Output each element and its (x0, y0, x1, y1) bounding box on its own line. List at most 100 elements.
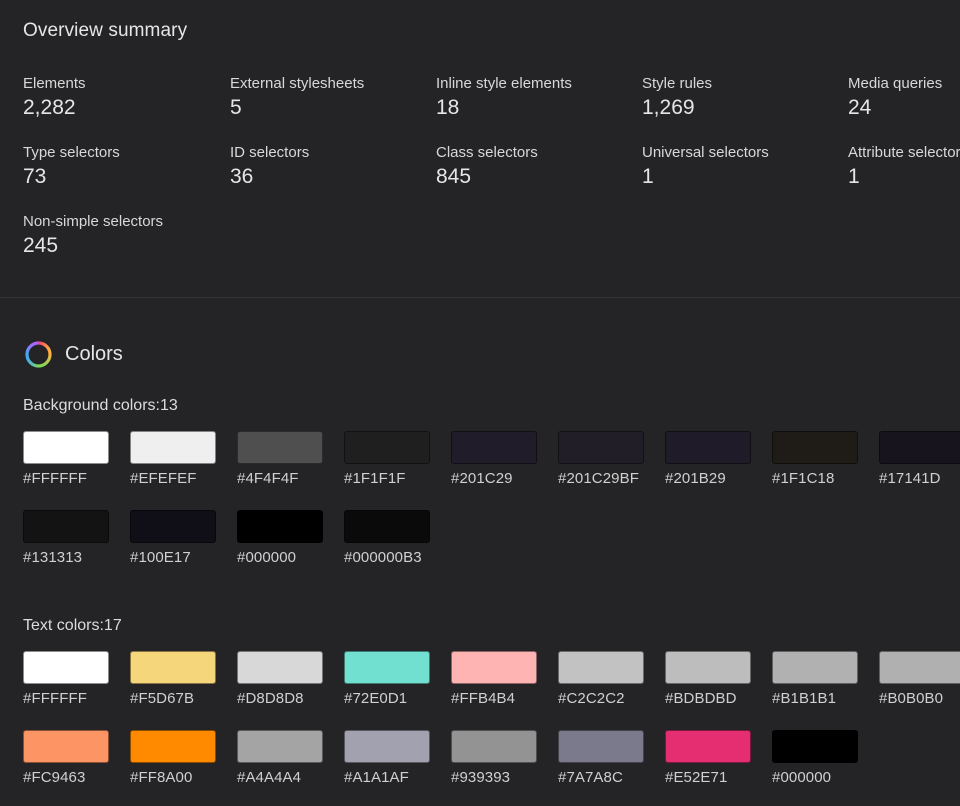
swatch-color-box[interactable] (237, 510, 323, 543)
swatch-hex-label: #F5D67B (130, 690, 195, 707)
color-swatch[interactable]: #D8D8D8 (237, 651, 324, 707)
stat-value: 5 (230, 96, 242, 119)
swatch-hex-label: #000000B3 (344, 549, 422, 566)
swatch-color-box[interactable] (344, 431, 430, 464)
stat-label: Elements (23, 75, 86, 92)
swatch-color-box[interactable] (344, 651, 430, 684)
swatch-color-box[interactable] (130, 730, 216, 763)
color-swatch[interactable]: #17141D (879, 431, 960, 487)
swatch-hex-label: #201C29BF (558, 470, 639, 487)
swatch-color-box[interactable] (665, 730, 751, 763)
stat-value: 245 (23, 234, 59, 257)
swatch-hex-label: #A4A4A4 (237, 769, 302, 786)
stat-value: 18 (436, 96, 460, 119)
color-swatch[interactable]: #A4A4A4 (237, 730, 324, 786)
color-swatch[interactable]: #201C29 (451, 431, 538, 487)
swatch-color-box[interactable] (451, 730, 537, 763)
color-swatch[interactable]: #C2C2C2 (558, 651, 645, 707)
stat-label: Type selectors (23, 144, 120, 161)
color-swatch[interactable]: #131313 (23, 510, 110, 566)
swatch-color-box[interactable] (23, 730, 109, 763)
swatch-color-box[interactable] (665, 431, 751, 464)
color-swatch[interactable]: #EFEFEF (130, 431, 217, 487)
color-swatch[interactable]: #F5D67B (130, 651, 217, 707)
swatch-hex-label: #201C29 (451, 470, 513, 487)
color-ring-icon (25, 340, 52, 368)
color-swatch[interactable]: #000000B3 (344, 510, 431, 566)
color-swatch[interactable]: #B1B1B1 (772, 651, 859, 707)
swatch-color-box[interactable] (130, 510, 216, 543)
swatch-color-box[interactable] (23, 431, 109, 464)
swatch-color-box[interactable] (451, 651, 537, 684)
color-swatch[interactable]: #7A7A8C (558, 730, 645, 786)
swatch-color-box[interactable] (558, 730, 644, 763)
swatch-color-box[interactable] (23, 651, 109, 684)
stat-label: ID selectors (230, 144, 310, 161)
swatch-color-box[interactable] (237, 651, 323, 684)
stat-label: External stylesheets (230, 75, 365, 92)
swatch-color-box[interactable] (237, 431, 323, 464)
swatch-color-box[interactable] (558, 431, 644, 464)
swatch-hex-label: #A1A1AF (344, 769, 409, 786)
stat-value: 2,282 (23, 96, 76, 119)
color-swatch[interactable]: #B0B0B0 (879, 651, 960, 707)
color-swatch[interactable]: #BDBDBD (665, 651, 752, 707)
swatch-hex-label: #B0B0B0 (879, 690, 944, 707)
color-swatch[interactable]: #E52E71 (665, 730, 752, 786)
swatch-color-box[interactable] (879, 651, 960, 684)
stat-elements: Elements 2,282 (23, 74, 223, 121)
stat-label: Inline style elements (436, 75, 572, 92)
stat-non-simple-selectors: Non-simple selectors 245 (23, 212, 223, 259)
swatch-hex-label: #100E17 (130, 549, 191, 566)
color-swatch[interactable]: #FF8A00 (130, 730, 217, 786)
swatch-hex-label: #E52E71 (665, 769, 728, 786)
swatch-color-box[interactable] (665, 651, 751, 684)
color-swatch[interactable]: #000000 (772, 730, 859, 786)
swatch-color-box[interactable] (237, 730, 323, 763)
color-swatch[interactable]: #4F4F4F (237, 431, 324, 487)
color-swatch[interactable]: #FFFFFF (23, 431, 110, 487)
stat-value: 1,269 (642, 96, 695, 119)
stat-id-selectors: ID selectors 36 (230, 143, 430, 190)
swatch-color-box[interactable] (772, 651, 858, 684)
swatch-color-box[interactable] (23, 510, 109, 543)
stat-value: 845 (436, 165, 472, 188)
swatch-hex-label: #BDBDBD (665, 690, 737, 707)
stat-label: Non-simple selectors (23, 213, 164, 230)
stat-label: Media queries (848, 75, 943, 92)
swatch-hex-label: #000000 (772, 769, 832, 786)
color-swatch[interactable]: #100E17 (130, 510, 217, 566)
overview-title: Overview summary (23, 20, 188, 41)
stat-label: Universal selectors (642, 144, 769, 161)
color-swatch[interactable]: #000000 (237, 510, 324, 566)
stat-label: Class selectors (436, 144, 538, 161)
swatch-hex-label: #EFEFEF (130, 470, 197, 487)
color-swatch[interactable]: #FC9463 (23, 730, 110, 786)
swatch-color-box[interactable] (344, 510, 430, 543)
swatch-color-box[interactable] (451, 431, 537, 464)
stat-value: 1 (642, 165, 654, 188)
color-swatch[interactable]: #939393 (451, 730, 538, 786)
swatch-color-box[interactable] (879, 431, 960, 464)
swatch-hex-label: #FC9463 (23, 769, 86, 786)
color-swatch[interactable]: #201B29 (665, 431, 752, 487)
swatch-color-box[interactable] (344, 730, 430, 763)
background-colors-label: Background colors:13 (23, 397, 178, 414)
color-swatch[interactable]: #FFFFFF (23, 651, 110, 707)
swatch-hex-label: #72E0D1 (344, 690, 408, 707)
swatch-color-box[interactable] (130, 431, 216, 464)
color-swatch[interactable]: #1F1F1F (344, 431, 431, 487)
color-swatch[interactable]: #72E0D1 (344, 651, 431, 707)
swatch-color-box[interactable] (772, 431, 858, 464)
swatch-hex-label: #000000 (237, 549, 297, 566)
swatch-color-box[interactable] (772, 730, 858, 763)
color-swatch[interactable]: #201C29BF (558, 431, 645, 487)
color-swatch[interactable]: #A1A1AF (344, 730, 431, 786)
stat-class-selectors: Class selectors 845 (436, 143, 636, 190)
swatch-color-box[interactable] (558, 651, 644, 684)
colors-title: Colors (65, 342, 123, 365)
color-swatch[interactable]: #1F1C18 (772, 431, 859, 487)
stat-value: 73 (23, 165, 47, 188)
swatch-color-box[interactable] (130, 651, 216, 684)
color-swatch[interactable]: #FFB4B4 (451, 651, 538, 707)
